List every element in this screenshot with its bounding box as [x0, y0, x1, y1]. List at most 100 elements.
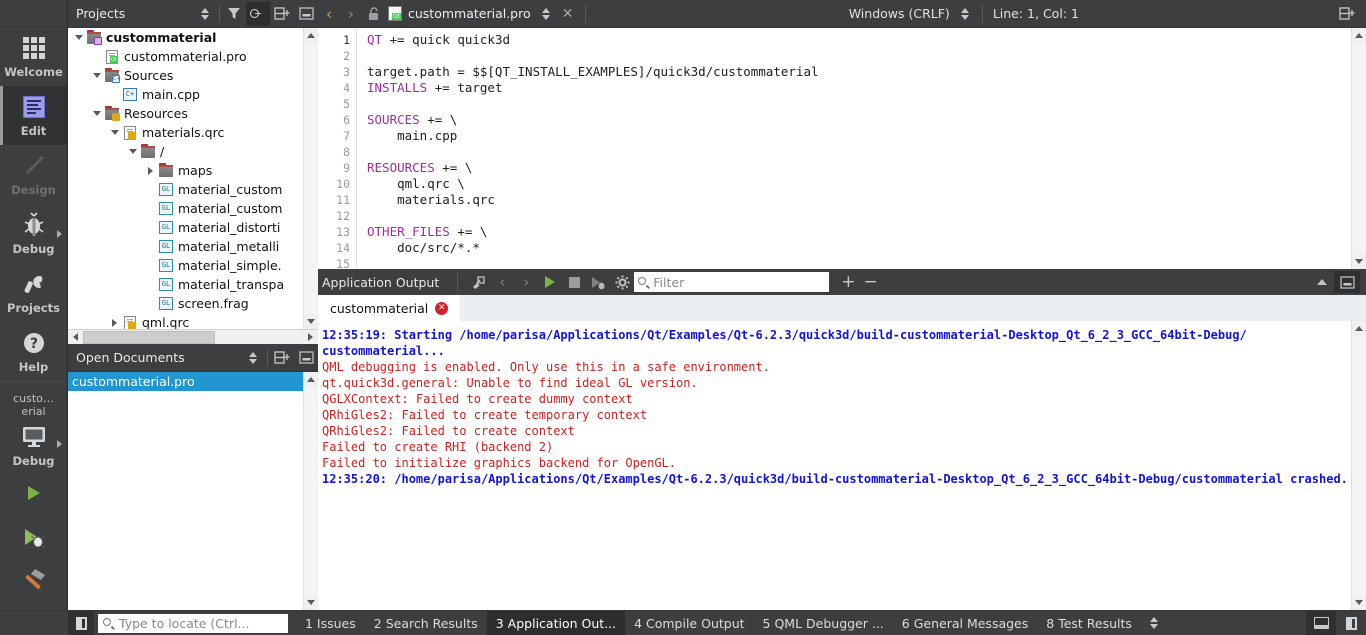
zoom-in-button[interactable]: +	[841, 273, 855, 291]
output-pane-tab[interactable]: 1 Issues	[296, 611, 365, 635]
locator-input[interactable]: Type to locate (Ctrl...	[98, 613, 288, 633]
tree-item[interactable]: C+ Sources	[68, 66, 303, 85]
filter-button[interactable]	[222, 2, 246, 26]
tree-item[interactable]: C+ main.cpp	[68, 85, 303, 104]
error-close-icon[interactable]: ✕	[435, 301, 449, 315]
output-pane-tab[interactable]: 6 General Messages	[893, 611, 1037, 635]
project-tree[interactable]: custommaterial Qt custommaterial.pro C+ Sour…	[68, 28, 303, 329]
scroll-up-icon[interactable]	[305, 28, 318, 43]
synchronize-button[interactable]	[246, 1, 270, 26]
code-editor[interactable]: 1 2 3 4 5 6 7 8 9 10 11 12 13 14 15 QT += quick quick3…	[318, 28, 1366, 269]
scroll-track[interactable]	[304, 387, 318, 595]
mode-edit[interactable]: Edit	[0, 85, 67, 145]
pane-selector-button[interactable]	[241, 346, 265, 370]
output-pane-tab[interactable]: 2 Search Results	[365, 611, 487, 635]
next-item-button[interactable]: ›	[514, 270, 538, 294]
scroll-down-icon[interactable]	[305, 595, 318, 610]
scroll-track[interactable]	[1352, 336, 1366, 595]
close-editor-button[interactable]: ✕	[557, 1, 579, 27]
split-button[interactable]	[270, 346, 294, 370]
close-output-button[interactable]	[1334, 271, 1360, 293]
file-dropdown-button[interactable]	[535, 1, 557, 27]
scroll-down-icon[interactable]	[1353, 254, 1366, 269]
tree-item[interactable]: GL material_transpa	[68, 275, 303, 294]
chevron-down-icon[interactable]	[72, 28, 85, 47]
tree-item[interactable]: qml.qrc	[68, 313, 303, 329]
scroll-up-icon[interactable]	[1353, 28, 1366, 43]
output-pane-tab[interactable]: 3 Application Out...	[486, 610, 626, 635]
split-editor-button[interactable]	[1336, 1, 1358, 27]
code-area[interactable]: QT += quick quick3d target.path = $$[QT_…	[357, 28, 1351, 269]
tree-item[interactable]: GL material_custom	[68, 199, 303, 218]
output-pane-tab[interactable]: 4 Compile Output	[625, 611, 753, 635]
project-tree-vscrollbar[interactable]	[303, 28, 318, 329]
editor-vscrollbar[interactable]	[1351, 28, 1366, 269]
tree-item[interactable]: GL screen.frag	[68, 294, 303, 313]
mode-projects[interactable]: Projects	[0, 263, 67, 322]
build-button[interactable]	[0, 559, 67, 603]
scroll-right-icon[interactable]	[303, 331, 318, 344]
zoom-out-button[interactable]: −	[864, 273, 878, 291]
tree-item[interactable]: /	[68, 142, 303, 161]
tree-item[interactable]: GL material_custom	[68, 180, 303, 199]
navigate-back-button[interactable]: ‹	[318, 1, 340, 27]
open-documents-list[interactable]: custommaterial.pro	[68, 372, 303, 610]
tree-item[interactable]: materials.qrc	[68, 123, 303, 142]
mode-help[interactable]: ? Help	[0, 322, 67, 381]
line-ending-dropdown-button[interactable]	[954, 1, 976, 27]
chevron-right-icon[interactable]	[108, 313, 121, 329]
scroll-left-icon[interactable]	[68, 331, 83, 344]
chevron-down-icon[interactable]	[90, 66, 103, 85]
output-pane-tab[interactable]: 5 QML Debugger ...	[754, 611, 893, 635]
scroll-down-icon[interactable]	[305, 314, 318, 329]
line-ending-label[interactable]: Windows (CRLF)	[845, 6, 954, 21]
close-sidebar-button[interactable]	[294, 2, 318, 26]
output-tab-custommaterial[interactable]: custommaterial ✕	[318, 295, 461, 321]
chevron-down-icon[interactable]	[126, 142, 139, 161]
scroll-track[interactable]	[304, 43, 318, 314]
settings-button[interactable]	[610, 270, 634, 294]
scroll-up-icon[interactable]	[1353, 321, 1366, 336]
output-vscrollbar[interactable]	[1351, 321, 1366, 610]
tree-item[interactable]: Qt custommaterial.pro	[68, 47, 303, 66]
scroll-down-icon[interactable]	[1353, 595, 1366, 610]
output-pane-toggle-button[interactable]	[1306, 610, 1336, 635]
current-file-chip[interactable]: custommaterial.pro	[384, 6, 535, 21]
stop-button[interactable]	[562, 270, 586, 294]
scroll-track[interactable]	[1352, 43, 1366, 254]
prev-item-button[interactable]: ‹	[490, 270, 514, 294]
mode-design[interactable]: Design	[0, 145, 67, 204]
tree-item[interactable]: GL material_distorti	[68, 218, 303, 237]
mode-welcome[interactable]: Welcome	[0, 27, 67, 86]
scroll-track[interactable]	[83, 330, 303, 344]
tree-item[interactable]: maps	[68, 161, 303, 180]
scroll-up-icon[interactable]	[305, 372, 318, 387]
project-tree-hscrollbar[interactable]	[68, 329, 318, 344]
more-panes-button[interactable]	[1141, 611, 1167, 635]
split-button[interactable]	[270, 2, 294, 26]
tree-item[interactable]: Resources	[68, 104, 303, 123]
tree-item[interactable]: GL material_metalli	[68, 237, 303, 256]
close-pane-button[interactable]	[294, 346, 318, 370]
tree-item[interactable]: custommaterial	[68, 28, 303, 47]
clean-output-button[interactable]	[466, 270, 490, 294]
chevron-right-icon[interactable]	[144, 161, 157, 180]
toggle-readonly-button[interactable]	[362, 1, 384, 27]
sidebar-right-toggle-button[interactable]	[1336, 611, 1366, 635]
run-button[interactable]	[0, 471, 67, 515]
list-item[interactable]: custommaterial.pro	[68, 372, 303, 391]
sidebar-toggle-button[interactable]	[68, 610, 94, 635]
navigate-forward-button[interactable]: ›	[340, 1, 362, 27]
rerun-button[interactable]	[538, 270, 562, 294]
mode-debug[interactable]: Debug	[0, 204, 67, 263]
minimize-output-button[interactable]	[1310, 270, 1334, 294]
open-documents-vscrollbar[interactable]	[303, 372, 318, 610]
chevron-down-icon[interactable]	[108, 123, 121, 142]
scroll-thumb[interactable]	[83, 330, 215, 344]
output-text[interactable]: 12:35:19: Starting /home/parisa/Applicat…	[318, 321, 1351, 610]
chevron-down-icon[interactable]	[90, 104, 103, 123]
tree-item[interactable]: GL material_simple.	[68, 256, 303, 275]
attach-debugger-button[interactable]	[586, 270, 610, 294]
pane-selector-button[interactable]	[193, 2, 217, 26]
filter-input[interactable]: Filter	[634, 272, 830, 292]
